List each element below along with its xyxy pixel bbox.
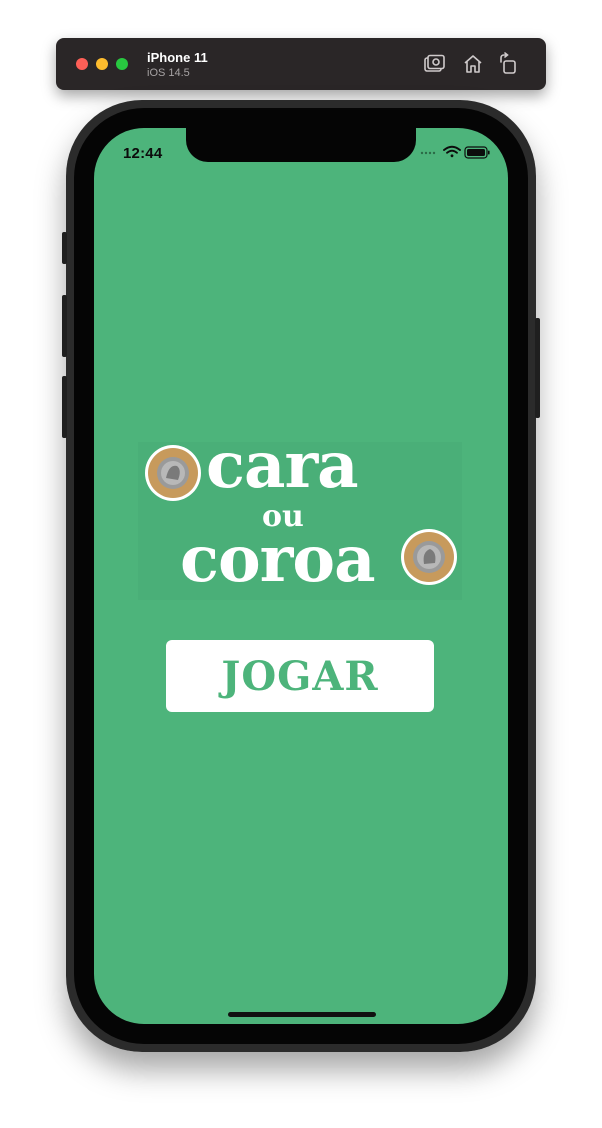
rotate-icon[interactable]: [497, 52, 521, 76]
status-time: 12:44: [123, 145, 163, 162]
app-screen: 12:44 cara ou coroa JOGAR: [94, 128, 508, 1024]
logo-text-cara: cara: [206, 428, 359, 503]
minimize-window-button[interactable]: [96, 58, 108, 70]
device-name: iPhone 11: [147, 50, 208, 65]
coin-icon: [145, 445, 201, 501]
home-indicator[interactable]: [228, 1012, 376, 1017]
signal-icon: [420, 151, 436, 155]
volume-down-button: [62, 376, 67, 438]
battery-icon: [464, 146, 490, 159]
mute-switch: [62, 232, 67, 264]
screenshot-icon[interactable]: [422, 52, 446, 76]
simulator-title-bar: iPhone 11 iOS 14.5: [56, 38, 546, 90]
home-icon[interactable]: [461, 52, 485, 76]
wifi-icon: [443, 145, 461, 158]
os-version: iOS 14.5: [147, 67, 190, 79]
volume-up-button: [62, 295, 67, 357]
status-icons: [420, 145, 490, 159]
play-button[interactable]: JOGAR: [166, 640, 434, 712]
close-window-button[interactable]: [76, 58, 88, 70]
app-logo: cara ou coroa: [138, 434, 462, 600]
side-button: [535, 318, 540, 418]
logo-text-coroa: coroa: [180, 522, 376, 597]
notch: [186, 128, 416, 162]
coin-icon: [401, 529, 457, 585]
zoom-window-button[interactable]: [116, 58, 128, 70]
